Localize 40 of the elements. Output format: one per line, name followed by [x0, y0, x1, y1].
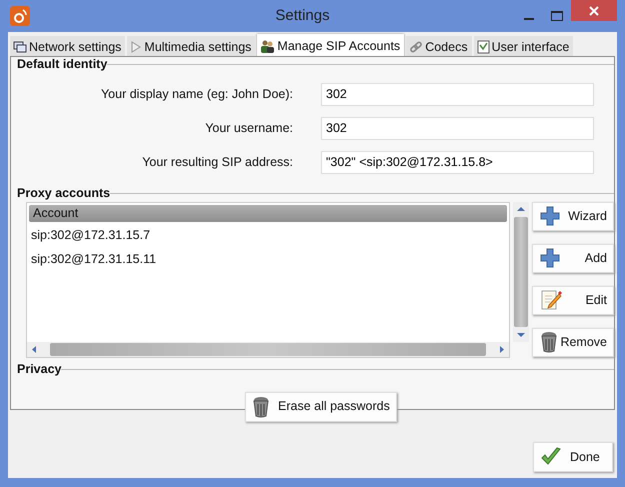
field-label: Your display name (eg: John Doe):: [100, 86, 294, 103]
tab[interactable]: Manage SIP Accounts: [257, 34, 404, 58]
plus-icon: [540, 248, 560, 268]
app-logo-icon: [10, 6, 30, 26]
action-button[interactable]: Wizard: [532, 202, 614, 230]
tab[interactable]: User interface: [474, 36, 574, 58]
action-button[interactable]: Add: [532, 244, 614, 272]
action-button[interactable]: Edit: [532, 286, 614, 314]
close-button[interactable]: [571, 0, 617, 21]
users-icon: [260, 38, 276, 54]
tab[interactable]: Codecs: [406, 36, 472, 58]
account-row[interactable]: sip:302@172.31.15.7: [27, 222, 509, 246]
trash-can-icon: [540, 331, 558, 353]
maximize-icon[interactable]: [551, 11, 563, 21]
plus-icon: [540, 206, 560, 226]
field-label: Your username:: [204, 120, 294, 137]
done-button[interactable]: Done: [533, 442, 613, 472]
vertical-scrollbar[interactable]: [512, 202, 529, 342]
tab[interactable]: Multimedia settings: [127, 36, 256, 58]
close-icon: [589, 6, 599, 16]
section-title: Default identity: [17, 57, 108, 71]
text-field[interactable]: 302: [321, 82, 594, 106]
text-field[interactable]: 302: [321, 116, 594, 140]
monitor-icon: [13, 40, 27, 54]
chain-link-icon: [409, 40, 424, 54]
erase-passwords-button[interactable]: Erase all passwords: [245, 392, 397, 422]
trash-can-icon: [252, 396, 270, 418]
window-icon: [476, 40, 490, 54]
play-icon: [130, 40, 142, 54]
column-header[interactable]: Account: [29, 204, 507, 222]
notepad-pencil-icon: [540, 289, 562, 311]
section-title: Proxy accounts: [17, 186, 110, 200]
section-title: Privacy: [17, 362, 62, 376]
text-field[interactable]: "302" <sip:302@172.31.15.8>: [321, 150, 594, 174]
horizontal-scrollbar[interactable]: [27, 342, 509, 356]
field-label: Your resulting SIP address:: [141, 154, 294, 171]
tab[interactable]: Network settings: [10, 36, 126, 58]
account-row[interactable]: sip:302@172.31.15.11: [27, 246, 509, 270]
window-title: Settings: [275, 6, 330, 24]
action-button[interactable]: Remove: [532, 328, 614, 356]
